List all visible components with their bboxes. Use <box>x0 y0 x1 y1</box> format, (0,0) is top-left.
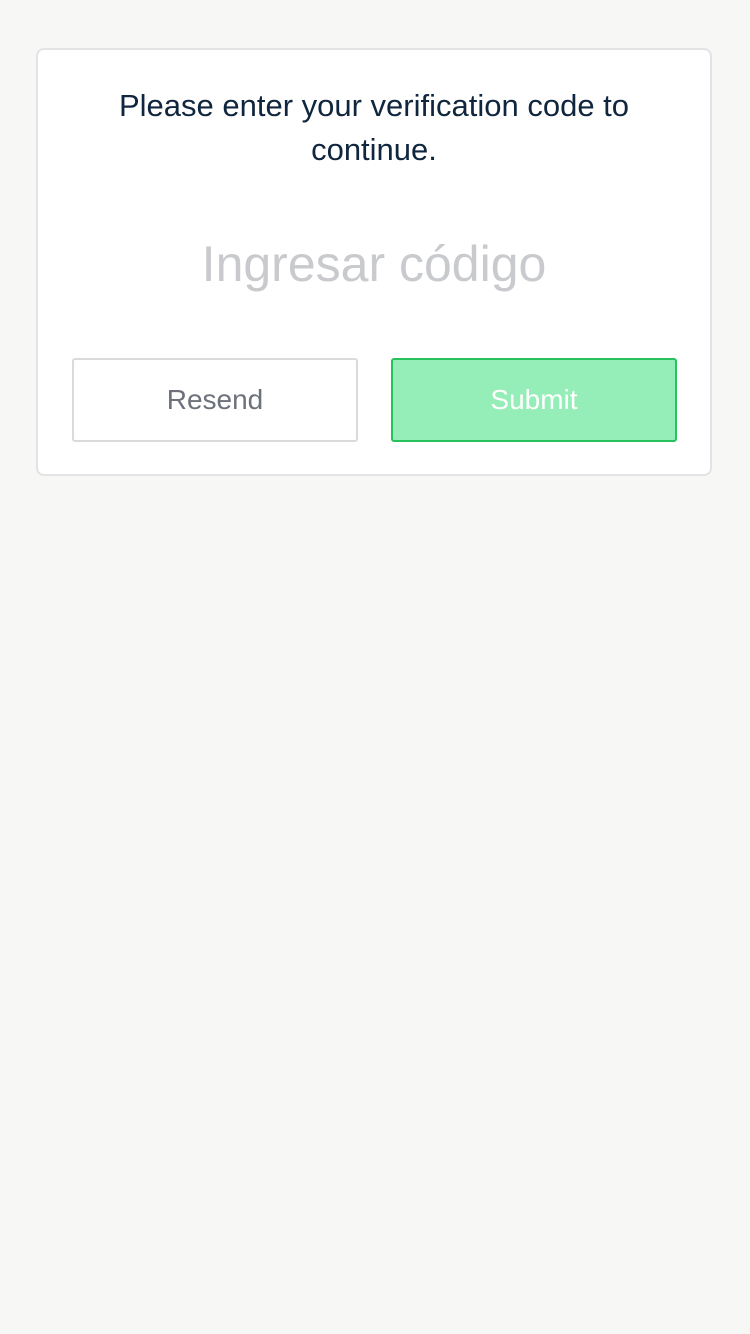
verification-code-input[interactable] <box>72 226 676 302</box>
submit-button[interactable]: Submit <box>391 358 677 442</box>
resend-button[interactable]: Resend <box>72 358 358 442</box>
verification-prompt: Please enter your verification code to c… <box>118 88 630 167</box>
verification-card: Please enter your verification code to c… <box>36 48 712 476</box>
